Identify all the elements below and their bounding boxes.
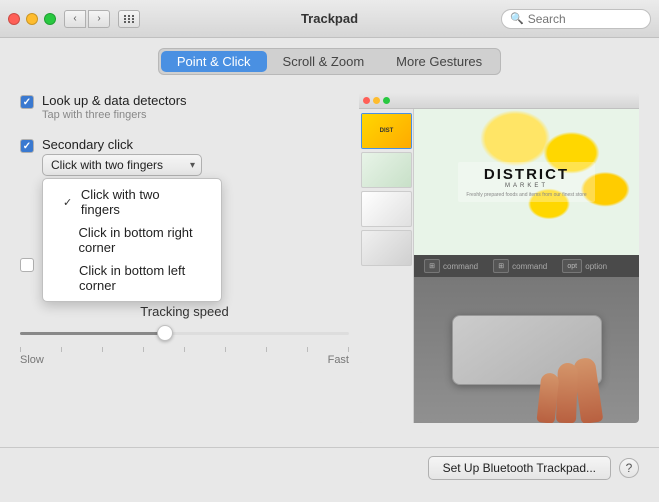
dropdown-item-label: Click in bottom left corner <box>79 263 201 293</box>
forward-button[interactable]: › <box>88 10 110 28</box>
preview-thumb-2 <box>361 152 412 188</box>
help-button[interactable]: ? <box>619 458 639 478</box>
maximize-button[interactable] <box>44 13 56 25</box>
secondary-click-dropdown-container: Click with two fingers ✓ Click with two … <box>42 154 202 176</box>
kb-label-option: option <box>585 262 607 271</box>
dropdown-item-bottom-left[interactable]: Click in bottom left corner <box>43 259 221 297</box>
preview-panel: DIST <box>359 93 639 423</box>
nav-buttons: ‹ › <box>64 10 110 28</box>
setup-bluetooth-button[interactable]: Set Up Bluetooth Trackpad... <box>428 456 611 480</box>
thumb-inner-4 <box>362 231 411 265</box>
tabs-container: Point & Click Scroll & Zoom More Gesture… <box>0 38 659 83</box>
preview-thumb-1: DIST <box>361 113 412 149</box>
slider-fast-label: Fast <box>328 354 349 366</box>
kb-label-command1: command <box>443 262 478 271</box>
lookup-text-group: Look up & data detectors Tap with three … <box>42 93 187 121</box>
slide-subtitle: MARKET <box>466 183 586 189</box>
thumb-inner-2 <box>362 153 411 187</box>
search-box[interactable]: 🔍 <box>501 9 651 29</box>
kb-item-2: ⊞ command <box>493 259 547 273</box>
tab-group: Point & Click Scroll & Zoom More Gesture… <box>158 48 501 75</box>
close-button[interactable] <box>8 13 20 25</box>
tab-more-gestures[interactable]: More Gestures <box>380 51 498 72</box>
slider-thumb[interactable] <box>157 325 173 341</box>
tracking-section: Tracking speed <box>20 304 349 366</box>
search-input[interactable] <box>528 12 642 26</box>
preview-sidebar: DIST <box>359 109 414 423</box>
preview-thumb-4 <box>361 230 412 266</box>
slide-title: DISTRICT <box>466 166 586 183</box>
dropdown-item-bottom-right[interactable]: Click in bottom right corner <box>43 221 221 259</box>
preview-max <box>383 97 390 104</box>
footer: Set Up Bluetooth Trackpad... ? <box>0 448 659 488</box>
preview-min <box>373 97 380 104</box>
preview-titlebar <box>359 93 639 109</box>
lookup-subtitle: Tap with three fingers <box>42 109 187 121</box>
keyboard-bar: ⊞ command ⊞ command opt <box>414 255 639 277</box>
preview-content: DIST <box>359 109 639 423</box>
back-button[interactable]: ‹ <box>64 10 86 28</box>
preview-close <box>363 97 370 104</box>
hand-image <box>529 323 629 423</box>
dropdown-item-two-fingers[interactable]: ✓ Click with two fingers <box>43 183 221 221</box>
secondary-click-text-group: Secondary click Click with two fingers ✓… <box>42 137 202 176</box>
tracking-label: Tracking speed <box>20 304 349 319</box>
dropdown-item-label: Click in bottom right corner <box>79 225 202 255</box>
kb-item-1: ⊞ command <box>424 259 478 273</box>
preview-main: DISTRICT MARKET Freshly prepared foods a… <box>414 109 639 423</box>
kb-item-3: opt option <box>562 259 607 273</box>
lookup-checkbox[interactable] <box>20 95 34 109</box>
titlebar: ‹ › Trackpad 🔍 <box>0 0 659 38</box>
search-icon: 🔍 <box>510 12 524 25</box>
slide-body: Freshly prepared foods and items from ou… <box>466 192 586 198</box>
preview-thumb-3 <box>361 191 412 227</box>
tap-click-checkbox[interactable] <box>20 258 34 272</box>
grid-button[interactable] <box>118 10 140 28</box>
traffic-lights <box>8 13 56 25</box>
finger-1 <box>573 357 604 423</box>
secondary-click-title: Secondary click <box>42 137 202 152</box>
preview-window: DIST <box>359 93 639 423</box>
finger-2 <box>556 363 578 423</box>
preview-slide: DISTRICT MARKET Freshly prepared foods a… <box>414 109 639 255</box>
tab-point-click[interactable]: Point & Click <box>161 51 267 72</box>
slider-slow-label: Slow <box>20 354 44 366</box>
grid-icon <box>124 15 135 23</box>
secondary-click-dropdown-popup: ✓ Click with two fingers Click in bottom… <box>42 178 222 302</box>
thumb-inner-1: DIST <box>362 114 411 148</box>
slider-labels: Slow Fast <box>20 354 349 366</box>
dropdown-item-label: Click with two fingers <box>81 187 201 217</box>
secondary-click-checkbox[interactable] <box>20 139 34 153</box>
secondary-click-row: Secondary click Click with two fingers ✓… <box>20 137 349 176</box>
kb-label-command2: command <box>512 262 547 271</box>
minimize-button[interactable] <box>26 13 38 25</box>
thumb-inner-3 <box>362 192 411 226</box>
lookup-option-row: Look up & data detectors Tap with three … <box>20 93 349 121</box>
checkmark-icon: ✓ <box>63 196 75 209</box>
lookup-title: Look up & data detectors <box>42 93 187 108</box>
secondary-click-dropdown-btn[interactable]: Click with two fingers <box>42 154 202 176</box>
tab-scroll-zoom[interactable]: Scroll & Zoom <box>267 51 381 72</box>
main-content: Look up & data detectors Tap with three … <box>0 83 659 447</box>
left-panel: Look up & data detectors Tap with three … <box>20 93 349 447</box>
window-title: Trackpad <box>301 11 358 26</box>
